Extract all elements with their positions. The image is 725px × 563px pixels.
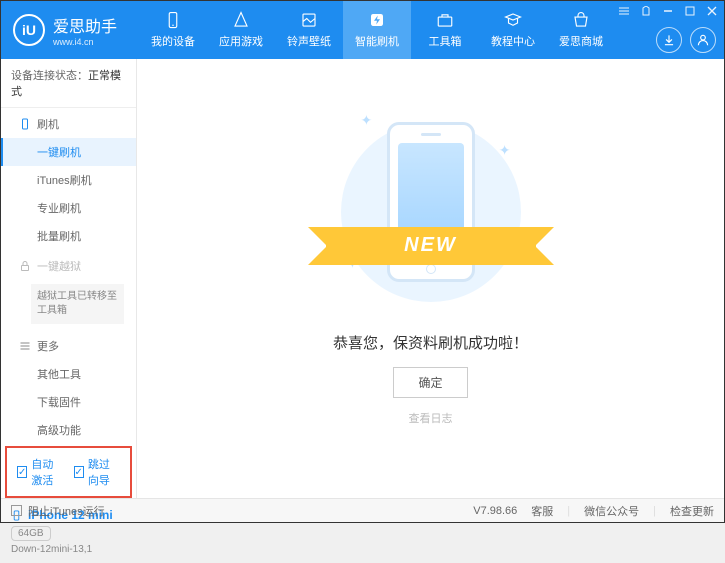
sidebar-item-batch-flash[interactable]: 批量刷机 [1, 222, 136, 250]
skin-icon[interactable] [640, 5, 652, 17]
phone-icon [164, 11, 182, 29]
sidebar-group-more[interactable]: 更多 [1, 330, 136, 360]
nav-my-device[interactable]: 我的设备 [139, 1, 207, 59]
close-icon[interactable] [706, 5, 718, 17]
menu-icon[interactable] [618, 5, 630, 17]
phone-icon [19, 118, 31, 130]
tutorial-icon [504, 11, 522, 29]
apps-icon [232, 11, 250, 29]
checkbox-icon: ✓ [17, 466, 27, 478]
minimize-icon[interactable] [662, 5, 674, 17]
sidebar-item-pro-flash[interactable]: 专业刷机 [1, 194, 136, 222]
new-ribbon: NEW [326, 227, 536, 265]
download-button[interactable] [656, 27, 682, 53]
checkbox-block-itunes[interactable] [11, 505, 22, 516]
sidebar-group-jailbreak[interactable]: 一键越狱 [1, 250, 136, 280]
version-label: V7.98.66 [473, 505, 517, 517]
sidebar-item-advanced[interactable]: 高级功能 [1, 416, 136, 444]
block-itunes-label: 阻止iTunes运行 [28, 503, 105, 519]
sidebar-item-download-firmware[interactable]: 下载固件 [1, 388, 136, 416]
wallpaper-icon [300, 11, 318, 29]
checkbox-label: 跳过向导 [88, 456, 120, 488]
success-illustration: ✦ ✦ ✦ NEW [341, 112, 521, 312]
group-label: 更多 [37, 338, 59, 354]
toolbox-icon [436, 11, 454, 29]
logo-icon: iU [13, 14, 45, 46]
nav-toolbox[interactable]: 工具箱 [411, 1, 479, 59]
connection-status: 设备连接状态：正常模式 [1, 59, 136, 108]
device-model: Down-12mini-13,1 [11, 544, 126, 555]
lock-icon [19, 260, 31, 272]
confirm-button[interactable]: 确定 [393, 367, 467, 398]
nav-label: 铃声壁纸 [287, 33, 331, 49]
nav-label: 教程中心 [491, 33, 535, 49]
app-url: www.i4.cn [53, 37, 117, 47]
checkbox-icon: ✓ [74, 466, 84, 478]
nav-label: 工具箱 [429, 33, 462, 49]
store-icon [572, 11, 590, 29]
nav-apps[interactable]: 应用游戏 [207, 1, 275, 59]
main-nav: 我的设备 应用游戏 铃声壁纸 智能刷机 工具箱 教程中心 爱思商城 [139, 1, 615, 59]
group-label: 一键越狱 [37, 258, 81, 274]
wechat-link[interactable]: 微信公众号 [584, 503, 639, 519]
success-message: 恭喜您，保资料刷机成功啦！ [333, 332, 528, 353]
view-log-link[interactable]: 查看日志 [409, 410, 453, 426]
jailbreak-notice: 越狱工具已转移至工具箱 [31, 284, 124, 324]
nav-label: 应用游戏 [219, 33, 263, 49]
app-header: iU 爱思助手 www.i4.cn 我的设备 应用游戏 铃声壁纸 智能刷机 工具… [1, 1, 724, 59]
status-label: 设备连接状态： [11, 70, 88, 82]
sidebar-item-other-tools[interactable]: 其他工具 [1, 360, 136, 388]
group-label: 刷机 [37, 116, 59, 132]
checkbox-skip-guide[interactable]: ✓ 跳过向导 [74, 456, 121, 488]
nav-ringtones[interactable]: 铃声壁纸 [275, 1, 343, 59]
options-row: ✓ 自动激活 ✓ 跳过向导 [5, 446, 132, 498]
nav-label: 爱思商城 [559, 33, 603, 49]
more-icon [19, 340, 31, 352]
window-controls [618, 5, 718, 17]
app-title: 爱思助手 [53, 13, 117, 37]
maximize-icon[interactable] [684, 5, 696, 17]
support-link[interactable]: 客服 [531, 503, 553, 519]
nav-flash[interactable]: 智能刷机 [343, 1, 411, 59]
logo-area: iU 爱思助手 www.i4.cn [1, 13, 129, 47]
sidebar-item-oneclick-flash[interactable]: 一键刷机 [1, 138, 136, 166]
nav-label: 智能刷机 [355, 33, 399, 49]
nav-tutorial[interactable]: 教程中心 [479, 1, 547, 59]
checkbox-label: 自动激活 [31, 456, 63, 488]
nav-label: 我的设备 [151, 33, 195, 49]
flash-icon [368, 11, 386, 29]
device-storage: 64GB [11, 526, 51, 541]
checkbox-auto-activate[interactable]: ✓ 自动激活 [17, 456, 64, 488]
check-update-link[interactable]: 检查更新 [670, 503, 714, 519]
sidebar: 设备连接状态：正常模式 刷机 一键刷机 iTunes刷机 专业刷机 批量刷机 一… [1, 59, 137, 498]
nav-store[interactable]: 爱思商城 [547, 1, 615, 59]
sidebar-group-flash[interactable]: 刷机 [1, 108, 136, 138]
sidebar-item-itunes-flash[interactable]: iTunes刷机 [1, 166, 136, 194]
main-content: ✦ ✦ ✦ NEW 恭喜您，保资料刷机成功啦！ 确定 查看日志 [137, 59, 724, 498]
user-button[interactable] [690, 27, 716, 53]
